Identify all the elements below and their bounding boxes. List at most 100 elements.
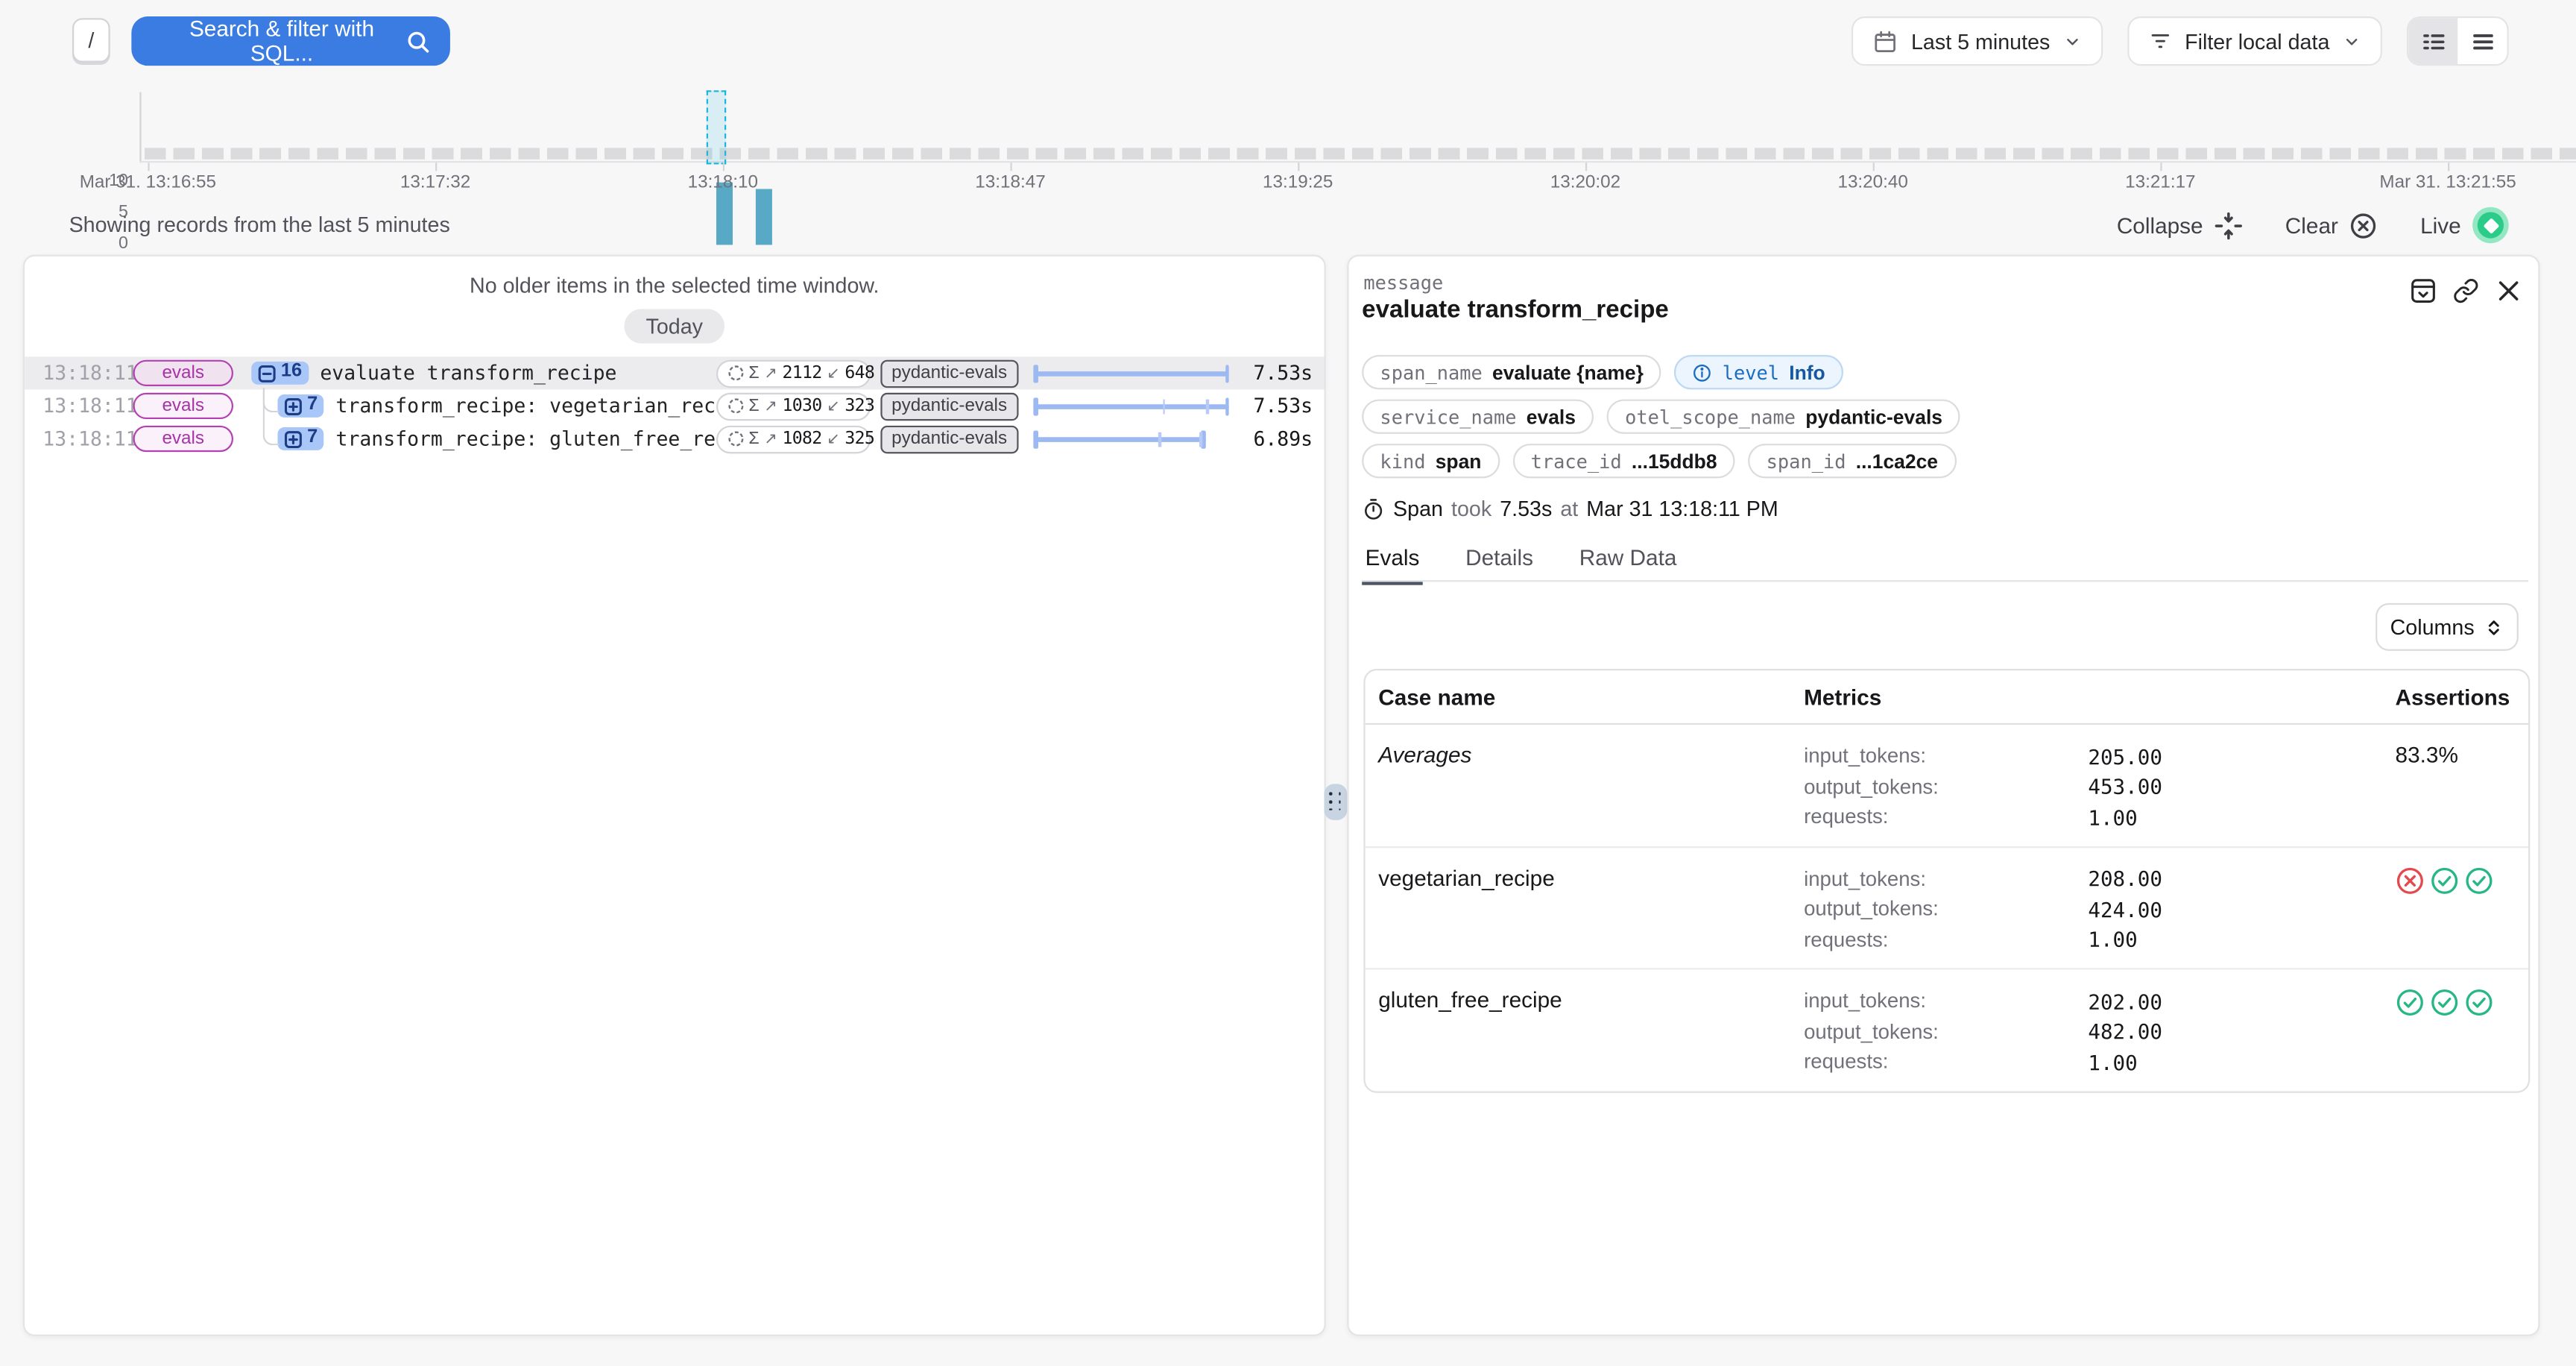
columns-button[interactable]: Columns [2375, 603, 2519, 651]
service-tag[interactable]: evals [133, 426, 233, 452]
trace-row-main: 16 evaluate transform_recipe [251, 361, 716, 385]
close-panel-button[interactable] [2496, 277, 2522, 303]
grip-dots-icon [1329, 792, 1342, 811]
search-icon [405, 29, 430, 54]
duration-line-prefix: Span [1393, 497, 1443, 521]
evals-table-header: Case name Metrics Assertions [1366, 670, 2528, 725]
live-status-icon [2472, 207, 2508, 243]
expand-badge[interactable]: 7 [277, 427, 324, 451]
app-window: / Search & filter with SQL... Last 5 min… [0, 0, 2576, 1366]
copy-link-button[interactable] [2453, 277, 2479, 303]
expand-badge[interactable]: 7 [277, 394, 324, 418]
time-range-button[interactable]: Last 5 minutes [1852, 16, 2103, 66]
clear-label: Clear [2285, 213, 2338, 237]
trace-row[interactable]: 13:18:11 evals 7 transform_recipe: veget… [25, 389, 1324, 422]
duration-bar [1033, 363, 1228, 383]
live-toggle-button[interactable]: Live [2420, 207, 2509, 243]
records-histogram[interactable]: 1050 Mar 31. 13:16:5513:17:3213:18:1013:… [0, 82, 2576, 197]
trace-row[interactable]: 13:18:11 evals 16 evaluate transform_rec… [25, 356, 1324, 389]
otel-scope-tag[interactable]: pydantic-evals [880, 359, 1019, 387]
tab-details[interactable]: Details [1462, 546, 1537, 585]
tree-view-toggle[interactable] [2408, 18, 2457, 64]
token-usage-chip[interactable]: Σ↗1030↙323 [716, 392, 870, 420]
x-tick-mark [1873, 163, 1875, 171]
metric-line: requests:1.00 [1804, 802, 2395, 833]
token-cost-icon [727, 397, 744, 414]
dock-panel-icon [2410, 277, 2436, 303]
attribute-pill-otel_scope_name[interactable]: otel_scope_namepydantic-evals [1607, 400, 1960, 434]
duration-label: 7.53s [1235, 394, 1313, 418]
x-tick-label: 13:19:25 [1263, 172, 1333, 192]
metric-line: requests:1.00 [1804, 1047, 2395, 1077]
tokens-received-icon: ↙ [827, 364, 840, 382]
clear-button[interactable]: Clear [2285, 211, 2378, 239]
token-usage-chip[interactable]: Σ↗1082↙325 [716, 425, 870, 453]
metric-line: output_tokens:482.00 [1804, 1016, 2395, 1047]
expand-badge[interactable]: 16 [251, 361, 309, 385]
histogram-selection[interactable] [707, 90, 727, 164]
toolbar-row: Showing records from the last 5 minutes … [0, 201, 2576, 250]
x-tick-label: 13:21:17 [2125, 172, 2195, 192]
eval-case-row[interactable]: gluten_free_recipe input_tokens:202.00ou… [1366, 969, 2528, 1090]
collapse-button[interactable]: Collapse [2117, 211, 2243, 239]
topbar-right: Last 5 minutes Filter local data [1852, 16, 2509, 66]
close-icon [2496, 277, 2522, 303]
assertion-pass-icon [2430, 988, 2460, 1018]
x-tick-mark [2448, 163, 2449, 171]
assertion-fail-icon [2396, 865, 2425, 895]
attribute-pill-span_name[interactable]: span_nameevaluate {name} [1362, 355, 1661, 389]
tokens-sent-icon: ↗ [764, 429, 777, 447]
tabs-divider [1362, 580, 2528, 582]
search-button[interactable]: Search & filter with SQL... [131, 16, 450, 66]
assertion-pass-icon [2430, 865, 2460, 895]
x-tick-mark [1011, 163, 1012, 171]
evals-table: Case name Metrics Assertions Averages in… [1363, 669, 2530, 1092]
calendar-icon [1873, 29, 1898, 54]
assertion-pass-icon [2464, 865, 2494, 895]
eval-case-row[interactable]: vegetarian_recipe input_tokens:208.00out… [1366, 847, 2528, 969]
case-metrics: input_tokens:208.00output_tokens:424.00r… [1804, 863, 2395, 954]
tab-raw-data[interactable]: Raw Data [1576, 546, 1679, 585]
duration-bar [1033, 429, 1228, 448]
attribute-pill-service_name[interactable]: service_nameevals [1362, 400, 1594, 434]
metric-line: input_tokens:208.00 [1804, 863, 2395, 894]
attribute-pill-level[interactable]: levelInfo [1675, 355, 1843, 389]
trace-rows: 13:18:11 evals 16 evaluate transform_rec… [25, 356, 1324, 455]
list-icon [2470, 29, 2495, 54]
x-tick-mark [435, 163, 437, 171]
open-in-drawer-button[interactable] [2410, 277, 2436, 303]
panel-resize-handle[interactable] [1324, 784, 1347, 819]
attribute-pill-kind[interactable]: kindspan [1362, 444, 1500, 478]
case-assertions: 83.3% [2396, 741, 2516, 832]
token-usage-chip[interactable]: Σ↗2112↙648 [716, 359, 870, 387]
span-name-text: transform_recipe: vegetarian_recipe [336, 394, 716, 418]
attribute-pill-trace_id[interactable]: trace_id...15ddb8 [1512, 444, 1734, 478]
otel-scope-tag[interactable]: pydantic-evals [880, 392, 1019, 420]
tokens-sent-icon: ↗ [764, 364, 777, 382]
span-attributes: span_nameevaluate {name} levelInfo service… [1362, 355, 1960, 478]
service-tag[interactable]: evals [133, 360, 233, 386]
eval-case-row[interactable]: Averages input_tokens:205.00output_token… [1366, 725, 2528, 847]
collapse-children-icon [258, 364, 276, 382]
day-separator-pill[interactable]: Today [625, 309, 724, 343]
case-name: vegetarian_recipe [1378, 863, 1804, 954]
attribute-pill-span_id[interactable]: span_id...1ca2ce [1748, 444, 1956, 478]
list-view-toggle[interactable] [2457, 18, 2507, 64]
header-case-name: Case name [1378, 684, 1804, 709]
assertion-pass-icon [2464, 988, 2494, 1018]
otel-scope-tag[interactable]: pydantic-evals [880, 425, 1019, 453]
empty-state-message: No older items in the selected time wind… [25, 273, 1324, 298]
tab-evals[interactable]: Evals [1362, 546, 1423, 585]
service-tag[interactable]: evals [133, 393, 233, 419]
trace-row[interactable]: 13:18:11 evals 7 transform_recipe: glute… [25, 422, 1324, 455]
filter-local-data-button[interactable]: Filter local data [2127, 16, 2382, 66]
trace-list-panel: No older items in the selected time wind… [23, 255, 1326, 1336]
duration-line-took: took [1451, 497, 1491, 521]
link-icon [2453, 277, 2479, 303]
x-tick-label: Mar 31. 13:16:55 [80, 172, 216, 192]
slash-shortcut-key[interactable]: / [72, 18, 110, 63]
span-name-text: evaluate transform_recipe [320, 362, 616, 385]
x-tick-mark [723, 163, 724, 171]
detail-tabs: Evals Details Raw Data [1362, 546, 1680, 585]
stopwatch-icon [1362, 497, 1385, 520]
